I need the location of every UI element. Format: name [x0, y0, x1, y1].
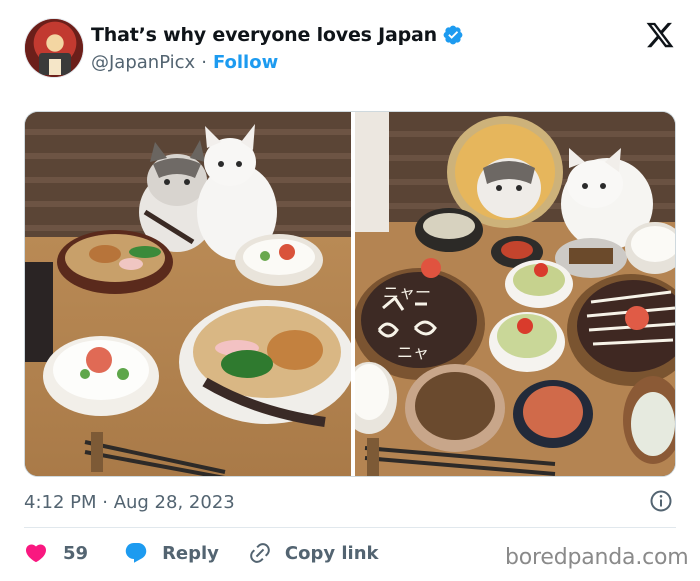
author-name-row: That’s why everyone loves Japan [91, 22, 464, 48]
reply-button[interactable]: Reply [124, 541, 219, 565]
reply-label: Reply [162, 542, 219, 564]
like-count: 59 [63, 542, 89, 564]
media-container[interactable]: ニャー ニャ [24, 111, 676, 477]
copy-link-label: Copy link [284, 542, 379, 564]
avatar[interactable] [24, 18, 84, 78]
follow-button[interactable]: Follow [213, 52, 278, 73]
info-icon[interactable] [649, 489, 673, 513]
photo-cats-udon-image [25, 112, 351, 476]
action-bar: 59 Reply Copy link [24, 540, 379, 566]
copy-link-button[interactable]: Copy link [248, 541, 379, 565]
photo-cats-udon[interactable] [25, 112, 351, 476]
post-timestamp[interactable]: 4:12 PM · Aug 28, 2023 [24, 489, 235, 515]
okonomiyaki-text-nya: ニャ [397, 343, 429, 362]
author-handle[interactable]: @JapanPicx [91, 52, 195, 73]
heart-icon [25, 544, 47, 563]
okonomiyaki-text-nyaa: ニャー [383, 283, 431, 302]
author-handle-row: @JapanPicx · Follow [91, 50, 278, 74]
watermark-text: boredpanda.com [505, 545, 689, 570]
author-display-name[interactable]: That’s why everyone loves Japan [91, 24, 437, 46]
speech-bubble-icon [125, 543, 147, 563]
x-logo-icon[interactable] [645, 20, 675, 50]
tweet-card: That’s why everyone loves Japan @JapanPi… [0, 0, 700, 581]
photo-cats-okonomiyaki[interactable]: ニャー ニャ [355, 112, 675, 476]
like-button[interactable]: 59 [24, 541, 88, 565]
avatar-figure-face [49, 59, 61, 75]
divider [24, 527, 676, 528]
timestamp-text: 4:12 PM · Aug 28, 2023 [24, 491, 235, 513]
link-icon [250, 543, 270, 563]
separator-dot: · [201, 51, 207, 73]
photo-cats-okonomiyaki-image: ニャー ニャ [355, 112, 675, 476]
verified-badge-icon [443, 25, 463, 45]
